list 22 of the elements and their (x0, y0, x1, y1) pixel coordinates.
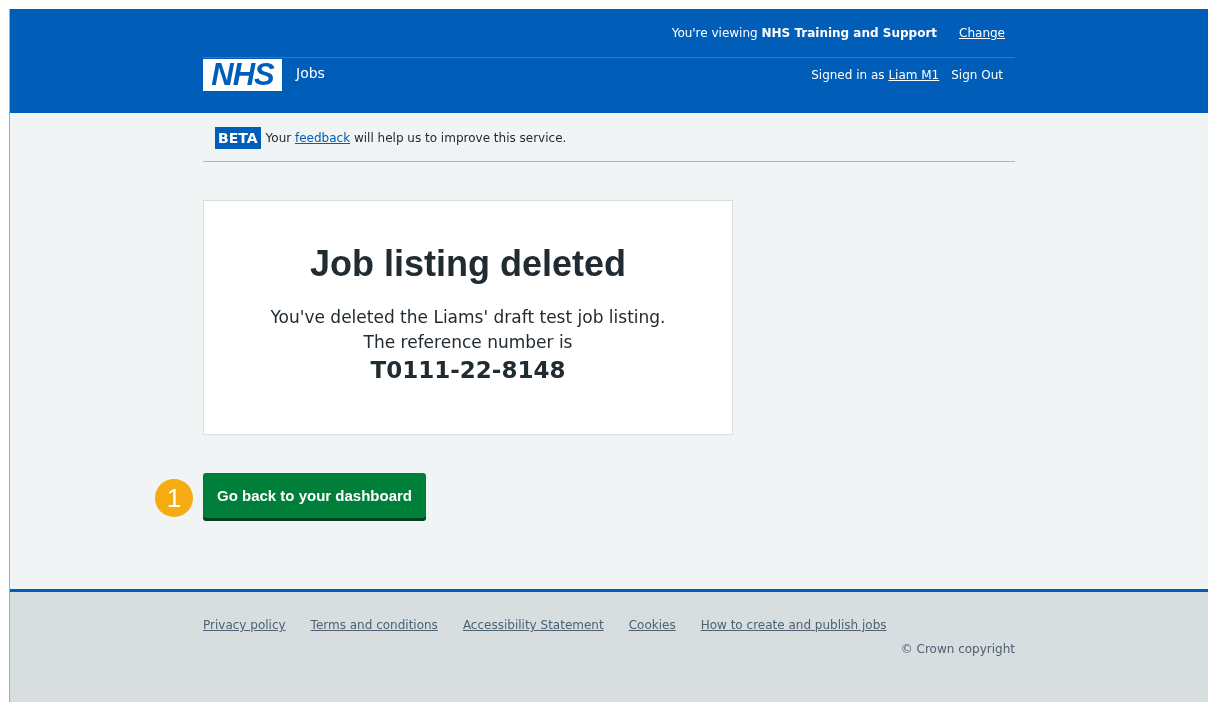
beta-tag: BETA (215, 127, 261, 149)
reference-number: T0111-22-8148 (370, 356, 566, 385)
user-link[interactable]: Liam M1 (888, 68, 940, 82)
footer-link[interactable]: How to create and publish jobs (700, 618, 887, 632)
signed-in-text: Signed in as Liam M1 (811, 68, 940, 82)
panel-title: Job listing deleted (309, 243, 626, 285)
footer-link[interactable]: Accessibility Statement (462, 618, 604, 632)
copyright-text: © Crown copyright (900, 642, 1015, 656)
viewing-text: You're viewing NHS Training and Support (671, 26, 938, 40)
step-marker: 1 (155, 479, 193, 517)
sign-out-link[interactable]: Sign Out (951, 68, 1003, 82)
panel-text: You've deleted the Liams' draft test job listing. (270, 306, 666, 329)
footer-link[interactable]: Terms and conditions (310, 618, 438, 632)
footer-link[interactable]: Privacy policy (203, 618, 286, 632)
footer-link[interactable]: Cookies (628, 618, 676, 632)
service-name: Jobs (296, 65, 325, 81)
dashboard-button[interactable]: Go back to your dashboard (203, 473, 427, 518)
reference-label: The reference number is (363, 331, 573, 354)
nhs-logo[interactable]: NHS (203, 59, 282, 91)
change-link[interactable]: Change (959, 26, 1005, 40)
feedback-text: Your feedback will help us to improve this service. (265, 131, 567, 145)
feedback-link[interactable]: feedback (295, 131, 351, 145)
